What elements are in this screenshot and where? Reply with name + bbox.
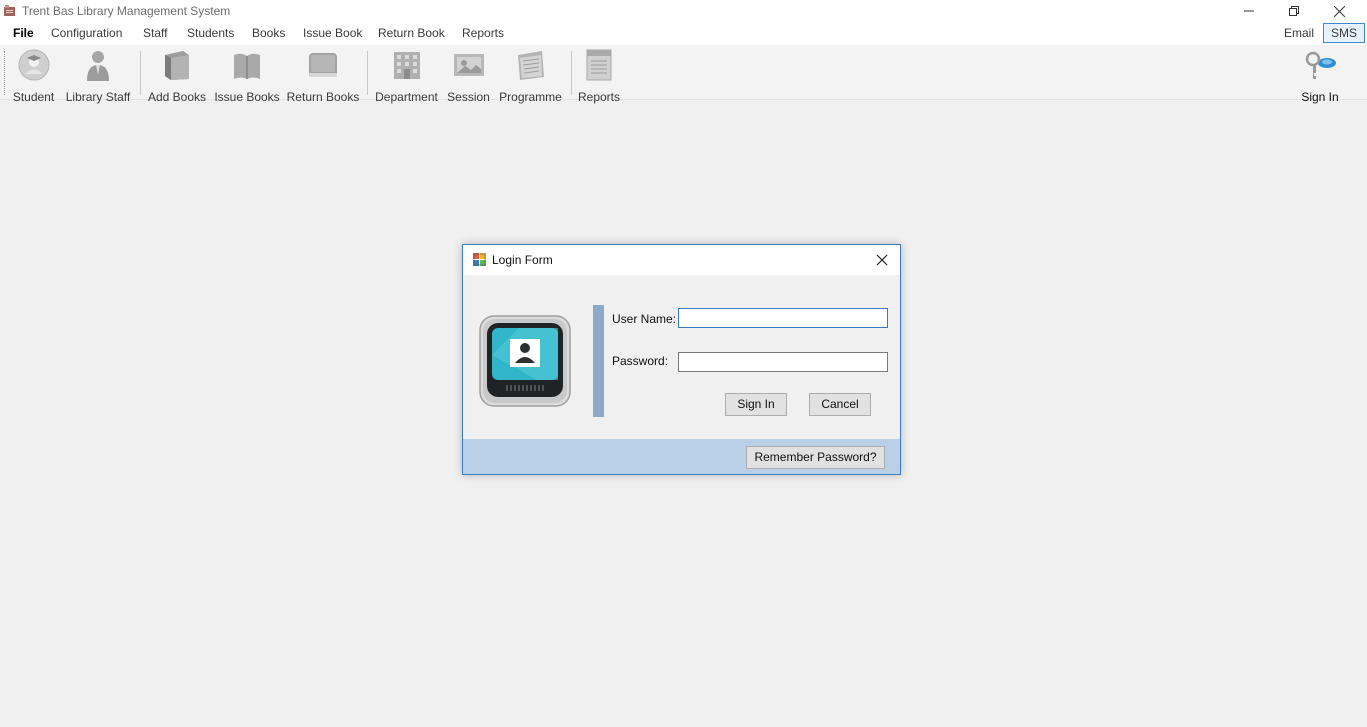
toolbar-student[interactable]: Student xyxy=(10,49,57,104)
minimize-button[interactable] xyxy=(1226,0,1271,22)
issue-books-icon xyxy=(234,53,260,79)
reports-icon xyxy=(586,49,612,81)
toolbar-session-label: Session xyxy=(447,90,490,104)
toolbar-programme[interactable]: Programme xyxy=(497,49,564,104)
toolbar-department[interactable]: Department xyxy=(373,49,440,104)
dialog-title-bar: Login Form xyxy=(463,245,900,275)
menu-issue-book[interactable]: Issue Book xyxy=(303,26,362,40)
dialog-footer: Remember Password? xyxy=(463,439,900,474)
title-bar: Trent Bas Library Management System xyxy=(0,0,1367,22)
toolbar-add-books[interactable]: Add Books xyxy=(146,49,208,104)
menu-email[interactable]: Email xyxy=(1284,26,1314,40)
toolbar-return-books[interactable]: Return Books xyxy=(286,49,360,104)
minimize-icon xyxy=(1243,10,1254,12)
menu-staff[interactable]: Staff xyxy=(143,26,167,40)
toolbar-programme-label: Programme xyxy=(499,90,562,104)
toolbar-library-staff-label: Library Staff xyxy=(65,90,131,104)
user-computer-icon xyxy=(479,315,571,407)
toolbar-return-books-label: Return Books xyxy=(286,90,360,104)
department-icon xyxy=(393,52,420,79)
toolbar-reports-label: Reports xyxy=(577,90,621,104)
session-icon xyxy=(453,54,484,76)
menu-bar: File Configuration Staff Students Books … xyxy=(0,22,1367,45)
sign-in-button[interactable]: Sign In xyxy=(725,393,787,416)
toolbar-issue-books-label: Issue Books xyxy=(214,90,280,104)
programme-icon xyxy=(517,51,544,80)
menu-books[interactable]: Books xyxy=(252,26,285,40)
toolbar-sign-in[interactable]: Sign In xyxy=(1297,49,1343,104)
toolbar-student-label: Student xyxy=(12,90,55,104)
toolbar-department-label: Department xyxy=(375,90,438,104)
menu-students[interactable]: Students xyxy=(187,26,234,40)
toolbar-session[interactable]: Session xyxy=(446,49,491,104)
toolbar-library-staff[interactable]: Library Staff xyxy=(62,49,134,104)
key-icon xyxy=(1305,51,1336,79)
toolbar-separator xyxy=(140,51,141,95)
add-books-icon xyxy=(165,51,189,80)
close-window-button[interactable] xyxy=(1317,0,1362,22)
menu-reports[interactable]: Reports xyxy=(462,26,504,40)
toolbar-grip[interactable] xyxy=(4,51,6,95)
toolbar-separator xyxy=(367,51,368,95)
password-field[interactable] xyxy=(678,352,888,372)
cancel-button[interactable]: Cancel xyxy=(809,393,871,416)
menu-return-book[interactable]: Return Book xyxy=(378,26,445,40)
toolbar-separator xyxy=(571,51,572,95)
restore-button[interactable] xyxy=(1271,0,1316,22)
dialog-title: Login Form xyxy=(492,253,553,267)
restore-icon xyxy=(1288,6,1299,16)
toolbar-sign-in-label: Sign In xyxy=(1301,90,1339,104)
form-icon xyxy=(473,253,486,266)
menu-sms[interactable]: SMS xyxy=(1323,23,1365,43)
app-icon xyxy=(4,5,15,16)
toolbar: Student Library Staff Add Books Issue Bo… xyxy=(0,45,1367,104)
student-icon xyxy=(18,49,49,81)
close-icon xyxy=(1334,5,1345,17)
remember-password-button[interactable]: Remember Password? xyxy=(746,446,885,469)
dialog-close-icon[interactable] xyxy=(873,251,891,269)
toolbar-reports[interactable]: Reports xyxy=(577,49,621,104)
menu-configuration[interactable]: Configuration xyxy=(51,26,122,40)
library-staff-icon xyxy=(87,51,109,81)
accent-bar xyxy=(593,305,604,417)
password-label: Password: xyxy=(612,354,669,368)
toolbar-add-books-label: Add Books xyxy=(147,90,207,104)
login-dialog: Login Form User Name: Password: Sign In … xyxy=(462,244,901,475)
menu-file[interactable]: File xyxy=(13,26,34,40)
toolbar-issue-books[interactable]: Issue Books xyxy=(214,49,280,104)
return-books-icon xyxy=(309,53,337,77)
window-title: Trent Bas Library Management System xyxy=(22,4,231,18)
username-field[interactable] xyxy=(678,308,888,328)
username-label: User Name: xyxy=(612,312,677,326)
